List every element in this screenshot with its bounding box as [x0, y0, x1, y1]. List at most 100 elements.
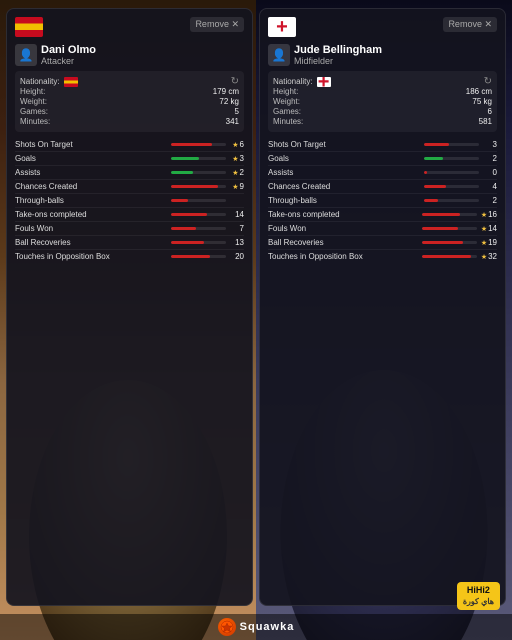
cards-row: Remove ✕ 👤 Dani Olmo Attacker Nationalit… — [0, 0, 512, 614]
perf-stat-label: Fouls Won — [15, 224, 167, 233]
perf-stat-value: ★6 — [230, 140, 244, 149]
remove-label-right: Remove ✕ — [448, 19, 492, 30]
weight-value-left: 72 kg — [219, 97, 239, 106]
perf-bar-container — [171, 241, 226, 244]
perf-stat-label: Through-balls — [268, 196, 420, 205]
perf-stat-value: 4 — [483, 182, 497, 191]
perf-stat-value: ★9 — [230, 182, 244, 191]
player-position-left: Attacker — [41, 56, 96, 66]
bottom-bar: Squawka — [0, 614, 512, 640]
hihi-arabic-label: هاي كورة — [463, 597, 494, 607]
perf-stat-row: Ball Recoveries★19 — [268, 236, 497, 250]
weight-value-right: 75 kg — [472, 97, 492, 106]
minutes-row-right: Minutes: 581 — [273, 117, 492, 126]
perf-bar-container — [171, 199, 226, 202]
perf-stat-row: Ball Recoveries 13 — [15, 236, 244, 250]
perf-stat-value: 20 — [230, 252, 244, 261]
perf-stat-row: Goals 2 — [268, 152, 497, 166]
perf-bar-fill — [422, 255, 472, 258]
player-name-block-right: Jude Bellingham Midfielder — [294, 44, 382, 66]
perf-stat-row: Chances Created 4 — [268, 180, 497, 194]
perf-stat-value: 7 — [230, 224, 244, 233]
perf-stat-label: Ball Recoveries — [15, 238, 167, 247]
perf-stat-value: ★14 — [481, 224, 497, 233]
flag-tiny-england: + — [317, 77, 331, 87]
weight-row-right: Weight: 75 kg — [273, 97, 492, 106]
perf-stat-row: Touches in Opposition Box★32 — [268, 250, 497, 263]
perf-bar-fill — [171, 227, 196, 230]
star-icon: ★ — [232, 170, 238, 177]
perf-bar-container — [424, 143, 479, 146]
perf-stats-right: Shots On Target3Goals2Assists0Chances Cr… — [268, 138, 497, 263]
player-thumbnail-left: 👤 — [15, 44, 37, 66]
perf-bar-container — [424, 199, 479, 202]
perf-stat-label: Touches in Opposition Box — [15, 252, 167, 261]
player-name-left: Dani Olmo — [41, 44, 96, 56]
perf-bar-container — [422, 241, 477, 244]
perf-bar-fill — [424, 157, 443, 160]
star-icon: ★ — [481, 240, 487, 247]
perf-stat-value: 14 — [230, 210, 244, 219]
squawka-logo: Squawka — [218, 618, 295, 636]
perf-bar-container — [171, 255, 226, 258]
hihi-badge: HiHi2 هاي كورة — [457, 582, 500, 610]
perf-stat-value: ★16 — [481, 210, 497, 219]
perf-bar-container — [171, 157, 226, 160]
remove-button-right[interactable]: Remove ✕ — [443, 17, 497, 32]
perf-bar-container — [171, 227, 226, 230]
perf-stat-value: ★2 — [230, 168, 244, 177]
perf-stat-label: Take-ons completed — [15, 210, 167, 219]
perf-stat-value: 3 — [483, 140, 497, 149]
perf-bar-container — [422, 213, 477, 216]
perf-bar-fill — [424, 185, 446, 188]
refresh-icon-right[interactable]: ↻ — [484, 76, 492, 87]
perf-stats-left: Shots On Target★6Goals★3Assists★2Chances… — [15, 138, 244, 263]
perf-stat-row: Shots On Target★6 — [15, 138, 244, 152]
perf-bar-fill — [171, 185, 218, 188]
perf-bar-container — [171, 213, 226, 216]
player-info-top-left: 👤 Dani Olmo Attacker — [15, 44, 244, 66]
perf-stat-row: Through-balls 2 — [268, 194, 497, 208]
perf-stat-label: Ball Recoveries — [268, 238, 418, 247]
perf-bar-fill — [171, 213, 207, 216]
minutes-value-left: 341 — [226, 117, 239, 126]
nationality-label-left: Nationality: — [20, 77, 60, 86]
perf-bar-fill — [171, 241, 204, 244]
perf-bar-container — [422, 255, 477, 258]
perf-bar-fill — [424, 143, 449, 146]
perf-stat-row: Assists★2 — [15, 166, 244, 180]
perf-stat-value: 2 — [483, 154, 497, 163]
perf-bar-container — [422, 227, 477, 230]
perf-stat-value: 2 — [483, 196, 497, 205]
perf-bar-fill — [424, 171, 427, 174]
perf-bar-container — [171, 143, 226, 146]
perf-bar-fill — [171, 199, 188, 202]
refresh-icon-left[interactable]: ↻ — [231, 76, 239, 87]
perf-bar-fill — [171, 171, 193, 174]
perf-stat-label: Touches in Opposition Box — [268, 252, 418, 261]
card-header-right: Remove ✕ — [268, 17, 497, 37]
perf-stat-row: Fouls Won★14 — [268, 222, 497, 236]
perf-stat-value: ★3 — [230, 154, 244, 163]
height-row-right: Height: 186 cm — [273, 87, 492, 96]
remove-button-left[interactable]: Remove ✕ — [190, 17, 244, 32]
minutes-value-right: 581 — [479, 117, 492, 126]
player-card-bellingham: Remove ✕ 👤 Jude Bellingham Midfielder Na… — [259, 8, 506, 606]
perf-stat-label: Goals — [268, 154, 420, 163]
perf-stat-label: Chances Created — [268, 182, 420, 191]
perf-stat-row: Chances Created ★9 — [15, 180, 244, 194]
perf-stat-row: Take-ons completed ★16 — [268, 208, 497, 222]
main-container: Remove ✕ 👤 Dani Olmo Attacker Nationalit… — [0, 0, 512, 640]
perf-stat-value: 13 — [230, 238, 244, 247]
height-value-right: 186 cm — [466, 87, 492, 96]
star-icon: ★ — [481, 212, 487, 219]
perf-stat-label: Through-balls — [15, 196, 167, 205]
minutes-row-left: Minutes: 341 — [20, 117, 239, 126]
perf-bar-container — [171, 171, 226, 174]
perf-stat-label: Take-ons completed — [268, 210, 418, 219]
perf-stat-label: Chances Created — [15, 182, 167, 191]
perf-stat-row: Shots On Target3 — [268, 138, 497, 152]
player-thumbnail-right: 👤 — [268, 44, 290, 66]
player-position-right: Midfielder — [294, 56, 382, 66]
remove-label-left: Remove ✕ — [195, 19, 239, 30]
